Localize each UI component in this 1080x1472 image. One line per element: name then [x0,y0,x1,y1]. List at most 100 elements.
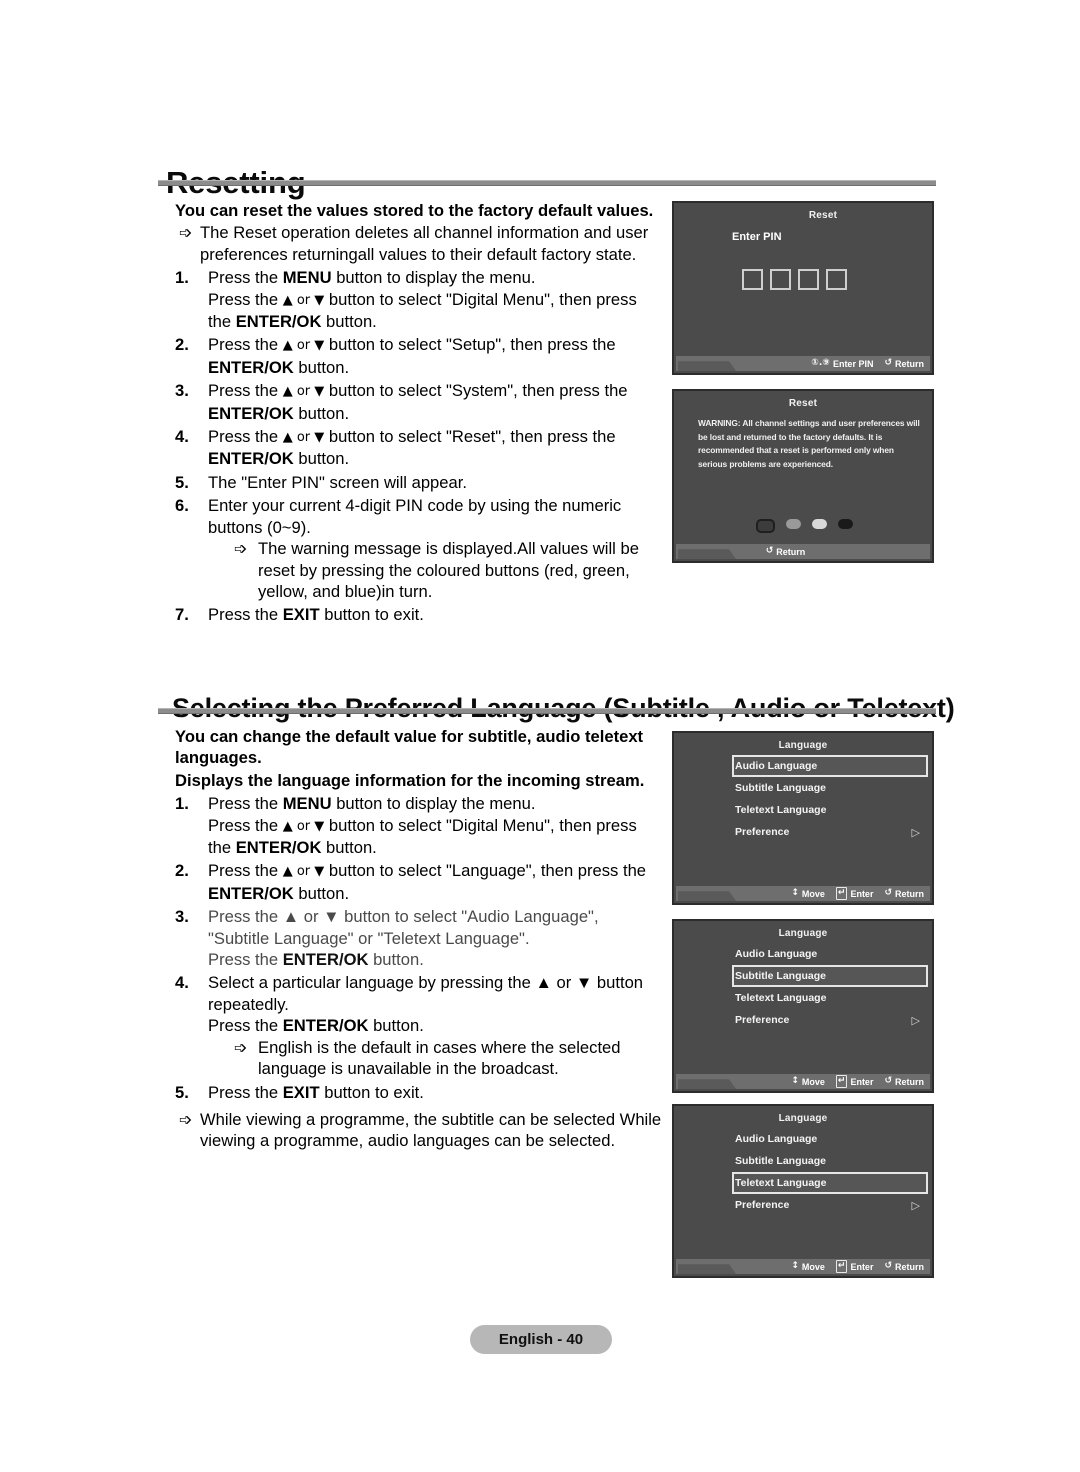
menu-item-preference[interactable]: Preference ▷ [732,1009,928,1031]
closing-bullet-text: While viewing a programme, the subtitle … [200,1109,662,1151]
key-enter-ok: ENTER/OK [235,312,322,332]
pin-digit-box[interactable] [798,269,819,290]
menu-item-subtitle-language[interactable]: Subtitle Language [732,1150,928,1172]
pin-digit-box[interactable] [826,269,847,290]
updown-arrows-icon: ▲ or ▼ [282,384,325,400]
step-number: 3. [175,381,189,401]
osd-screen-language-teletext: Language Audio Language Subtitle Languag… [672,1104,934,1278]
osd-menu-list: Audio Language Subtitle Language Teletex… [732,943,928,1031]
footer-action-label: Enter [850,888,874,899]
bullet-arrow-icon: ➩ [234,1037,248,1057]
enter-key-icon: ↵ [835,1260,848,1273]
osd-title: Language [778,740,828,751]
step-text: Press the ▲ or ▼ button to select "Setup… [208,335,616,377]
menu-item-label: Audio Language [735,1133,818,1145]
chevron-right-icon: ▷ [911,825,920,839]
footer-action-move[interactable]: ↕ Move [791,1077,825,1087]
step-text: Enter your current 4-digit PIN code by u… [208,495,663,602]
closing-bullet-language: ➩ While viewing a programme, the subtitl… [175,1109,663,1152]
osd-title: Language [778,1113,828,1124]
bullet-arrow-icon: ➩ [179,1109,193,1129]
menu-item-preference[interactable]: Preference ▷ [732,821,928,843]
menu-item-audio-language[interactable]: Audio Language [732,1128,928,1150]
footer-action-label: Return [895,1261,924,1272]
footer-action-enter[interactable]: ↵ Enter [835,887,874,900]
footer-action-enter-pin[interactable]: ①.⑨ Enter PIN [811,359,873,369]
pin-digit-box[interactable] [770,269,791,290]
footer-action-return[interactable]: ↺ Return [884,1262,924,1272]
return-arrow-icon: ↺ [884,1261,892,1271]
key-menu: MENU [282,268,332,288]
yellow-button-indicator-icon[interactable] [812,519,827,529]
osd-footer-bar: ↕ Move ↵ Enter ↺ Return [676,1259,930,1274]
menu-item-label: Audio Language [735,760,818,772]
move-updown-icon: ↕ [791,1076,799,1086]
bullet-arrow-icon: ➩ [179,223,193,243]
coloured-buttons-row [756,519,853,533]
step-number: 6. [175,496,189,516]
step-text: Select a particular language by pressing… [208,972,663,1079]
key-enter-ok: ENTER/OK [208,449,294,469]
osd-screen-reset-warning: Reset WARNING: All channel settings and … [672,389,934,563]
sub-bullet-text: The warning message is displayed.All val… [258,539,639,601]
step-number: 3. [175,907,189,927]
step-item: 5. The "Enter PIN" screen will appear. [175,472,663,493]
step-number: 1. [175,268,189,288]
footer-action-return[interactable]: ↺ Return [884,359,924,369]
footer-action-return[interactable]: ↺ Return [884,889,924,899]
footer-action-label: Return [895,888,924,899]
red-button-indicator-icon[interactable] [756,519,775,533]
step-item: 4. Select a particular language by press… [175,972,663,1079]
intro-bullet-text: The Reset operation deletes all channel … [200,223,649,264]
menu-item-teletext-language[interactable]: Teletext Language [732,799,928,821]
step-number: 2. [175,861,189,881]
sub-bullet: ➩ English is the default in cases where … [208,1037,663,1080]
footer-action-enter[interactable]: ↵ Enter [835,1260,874,1273]
updown-arrows-icon: ▲ or ▼ [282,338,325,354]
chevron-right-icon: ▷ [911,1013,920,1027]
return-arrow-icon: ↺ [884,1076,892,1086]
menu-item-subtitle-language[interactable]: Subtitle Language [732,777,928,799]
step-text: Press the MENU button to display the men… [208,268,637,332]
osd-screen-language-audio: Language Audio Language Subtitle Languag… [672,731,934,905]
footer-action-label: Move [801,1261,825,1272]
step-number: 7. [175,605,189,625]
blue-button-indicator-icon[interactable] [838,519,853,529]
step-item: 5. Press the EXIT button to exit. [175,1082,663,1103]
menu-item-teletext-language[interactable]: Teletext Language [732,987,928,1009]
footer-action-move[interactable]: ↕ Move [791,1262,825,1272]
body-text-resetting: You can reset the values stored to the f… [175,200,663,626]
pin-entry-boxes[interactable] [742,269,847,290]
enter-key-icon: ↵ [835,1075,848,1088]
return-arrow-icon: ↺ [884,888,892,898]
footer-action-return[interactable]: ↺ Return [766,547,806,557]
step-text: Press the MENU button to display the men… [208,794,637,858]
footer-action-return[interactable]: ↺ Return [884,1077,924,1087]
key-enter-ok: ENTER/OK [235,838,322,858]
step-number: 5. [175,472,189,492]
return-arrow-icon: ↺ [884,358,892,368]
step-text: Press the ▲ or ▼ button to select "Reset… [208,427,616,469]
manual-page: Resetting You can reset the values store… [0,0,1080,1472]
step-number: 4. [175,973,189,993]
osd-title: Language [778,928,828,939]
footer-action-label: Move [801,1076,825,1087]
osd-footer-bar: ①.⑨ Enter PIN ↺ Return [676,356,930,371]
green-button-indicator-icon[interactable] [786,519,801,529]
osd-enter-pin-label: Enter PIN [732,231,782,243]
menu-item-label: Preference [735,826,790,838]
footer-slant-decoration [678,549,736,559]
menu-item-audio-language[interactable]: Audio Language [732,943,928,965]
menu-item-subtitle-language[interactable]: Subtitle Language [732,965,928,987]
pin-digit-box[interactable] [742,269,763,290]
menu-item-preference[interactable]: Preference ▷ [732,1194,928,1216]
menu-item-teletext-language[interactable]: Teletext Language [732,1172,928,1194]
bullet-arrow-icon: ➩ [234,539,248,559]
footer-action-move[interactable]: ↕ Move [791,889,825,899]
footer-action-label: Enter [850,1261,874,1272]
osd-footer-bar: ↕ Move ↵ Enter ↺ Return [676,1074,930,1089]
osd-screen-language-subtitle: Language Audio Language Subtitle Languag… [672,919,934,1093]
menu-item-audio-language[interactable]: Audio Language [732,755,928,777]
menu-item-label: Audio Language [735,948,818,960]
footer-action-enter[interactable]: ↵ Enter [835,1075,873,1088]
